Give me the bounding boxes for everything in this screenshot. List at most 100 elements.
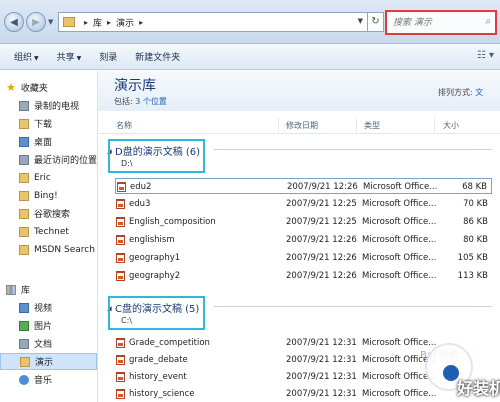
address-field[interactable]: ▸ 库 ▸ 演示 ▸ ▼ xyxy=(58,12,368,32)
powerpoint-file-icon xyxy=(116,372,125,382)
file-type: Microsoft Office... xyxy=(362,253,437,263)
sidebar-item-label: 桌面 xyxy=(34,138,53,148)
powerpoint-file-icon xyxy=(116,235,125,245)
sidebar-item-label: Technet xyxy=(34,226,69,237)
address-bar-region: ◀ ▶ ▼ ▸ 库 ▸ 演示 ▸ ▼ ↻ ⌕ xyxy=(0,0,500,44)
breadcrumb-item-library[interactable]: 库 xyxy=(93,16,102,29)
file-name: history_event xyxy=(129,372,187,382)
refresh-icon[interactable]: ↻ xyxy=(368,12,384,32)
desktop-icon xyxy=(19,136,29,147)
site-watermark: 好装机 xyxy=(405,331,500,402)
search-icon[interactable]: ⌕ xyxy=(485,16,491,27)
file-row[interactable]: englishism 2007/9/21 12:26 Microsoft Off… xyxy=(115,232,492,248)
column-divider[interactable] xyxy=(434,118,435,132)
arrange-by: 排列方式: 文 xyxy=(438,87,483,98)
column-header-name[interactable]: 名称 xyxy=(116,120,132,131)
sidebar-item-label: 音乐 xyxy=(34,376,53,386)
sidebar-item-music[interactable]: 音乐 xyxy=(0,371,97,388)
navigation-pane: ★ 收藏夹 录制的电视 下载 桌面 最近访问的位置 Eric Bing! 谷歌搜… xyxy=(0,71,98,402)
powerpoint-file-icon xyxy=(116,389,125,399)
group-header-c[interactable]: C盘的演示文稿 (5) C:\ xyxy=(108,296,205,330)
sidebar-item-label: 录制的电视 xyxy=(34,102,80,112)
file-row[interactable]: geography1 2007/9/21 12:26 Microsoft Off… xyxy=(115,250,492,266)
search-folder-icon xyxy=(19,208,29,219)
group-title: D盘的演示文稿 (6) xyxy=(115,147,201,158)
sidebar-item-msdn-search[interactable]: MSDN Search xyxy=(0,241,97,258)
sidebar-item-demo[interactable]: 演示 xyxy=(0,353,97,370)
file-date: 2007/9/21 12:31 xyxy=(286,372,357,382)
sidebar-item-documents[interactable]: 文档 xyxy=(0,335,97,352)
arrange-by-link[interactable]: 文 xyxy=(475,88,483,97)
breadcrumb-item-demo[interactable]: 演示 xyxy=(116,16,134,29)
column-divider[interactable] xyxy=(278,118,279,132)
sidebar-item-recorded-tv[interactable]: 录制的电视 xyxy=(0,97,97,114)
sidebar-item-label: 文档 xyxy=(34,340,53,350)
view-options-icon[interactable]: ☷ ▾ xyxy=(477,50,494,61)
column-divider[interactable] xyxy=(356,118,357,132)
sidebar-item-eric[interactable]: Eric xyxy=(0,169,97,186)
file-name: geography1 xyxy=(129,253,181,263)
file-name: English_composition xyxy=(129,217,216,227)
library-folder-icon xyxy=(63,17,75,27)
address-dropdown-icon[interactable]: ▼ xyxy=(358,17,363,25)
sidebar-item-downloads[interactable]: 下载 xyxy=(0,115,97,132)
search-input[interactable] xyxy=(387,12,477,33)
burn-button[interactable]: 刻录 xyxy=(95,48,121,65)
watermark-text: 好装机 xyxy=(457,379,500,398)
group-header-d[interactable]: D盘的演示文稿 (6) D:\ xyxy=(108,139,205,173)
file-type: Microsoft Office... xyxy=(362,199,437,209)
file-date: 2007/9/21 12:26 xyxy=(287,182,358,192)
sidebar-item-bing[interactable]: Bing! xyxy=(0,187,97,204)
file-type: Microsoft Office... xyxy=(363,182,438,192)
group-path: D:\ xyxy=(121,159,133,168)
sidebar-item-label: 谷歌搜索 xyxy=(34,210,71,220)
file-name: Grade_competition xyxy=(129,338,210,348)
arrange-label: 排列方式: xyxy=(438,88,473,97)
file-size: 86 KB xyxy=(463,217,488,227)
sidebar-item-desktop[interactable]: 桌面 xyxy=(0,133,97,150)
file-row[interactable]: geography2 2007/9/21 12:26 Microsoft Off… xyxy=(115,268,492,284)
history-dropdown-icon[interactable]: ▼ xyxy=(48,18,53,26)
chevron-down-icon: ▼ xyxy=(34,55,39,62)
column-header-size[interactable]: 大小 xyxy=(443,120,459,131)
search-folder-icon xyxy=(19,190,29,201)
command-toolbar: 组织 ▼ 共享 ▼ 刻录 新建文件夹 ☷ ▾ xyxy=(0,44,500,70)
file-row[interactable]: edu2 2007/9/21 12:26 Microsoft Office...… xyxy=(115,178,492,194)
column-header-row: 名称 修改日期 类型 大小 xyxy=(98,116,500,134)
file-date: 2007/9/21 12:25 xyxy=(286,217,357,227)
column-header-type[interactable]: 类型 xyxy=(364,120,380,131)
back-arrow-icon[interactable]: ◀ xyxy=(4,12,24,32)
sidebar-item-label: 图片 xyxy=(34,322,53,332)
sidebar-item-google-search[interactable]: 谷歌搜索 xyxy=(0,205,97,222)
burn-label: 刻录 xyxy=(99,53,118,63)
powerpoint-file-icon xyxy=(116,338,125,348)
library-includes: 包括: 3 个位置 xyxy=(114,96,167,107)
sidebar-item-favorites[interactable]: ★ 收藏夹 xyxy=(0,79,97,96)
breadcrumb-separator-icon: ▸ xyxy=(84,17,89,27)
sidebar-item-pictures[interactable]: 图片 xyxy=(0,317,97,334)
file-size: 68 KB xyxy=(462,182,487,192)
sidebar-item-label: Bing! xyxy=(34,190,58,201)
file-row[interactable]: English_composition 2007/9/21 12:25 Micr… xyxy=(115,214,492,230)
new-folder-button[interactable]: 新建文件夹 xyxy=(131,48,184,65)
download-folder-icon xyxy=(19,118,29,129)
powerpoint-file-icon xyxy=(116,199,125,209)
column-header-date[interactable]: 修改日期 xyxy=(286,120,318,131)
includes-prefix: 包括: xyxy=(114,97,133,106)
picture-icon xyxy=(19,320,29,331)
search-box[interactable]: ⌕ xyxy=(385,10,497,35)
share-button[interactable]: 共享 ▼ xyxy=(53,48,86,65)
sidebar-item-recent-places[interactable]: 最近访问的位置 xyxy=(0,151,97,168)
includes-locations-link[interactable]: 3 个位置 xyxy=(135,97,167,106)
sidebar-item-label: 演示 xyxy=(35,358,54,368)
sidebar-item-libraries[interactable]: 库 xyxy=(0,281,97,298)
file-row[interactable]: edu3 2007/9/21 12:25 Microsoft Office...… xyxy=(115,196,492,212)
sidebar-item-videos[interactable]: 视频 xyxy=(0,299,97,316)
file-size: 80 KB xyxy=(463,235,488,245)
organize-button[interactable]: 组织 ▼ xyxy=(10,48,43,65)
file-date: 2007/9/21 12:26 xyxy=(286,271,357,281)
file-name: edu3 xyxy=(129,199,151,209)
forward-arrow-icon[interactable]: ▶ xyxy=(26,12,46,32)
file-size: 105 KB xyxy=(457,253,488,263)
sidebar-item-technet[interactable]: Technet xyxy=(0,223,97,240)
